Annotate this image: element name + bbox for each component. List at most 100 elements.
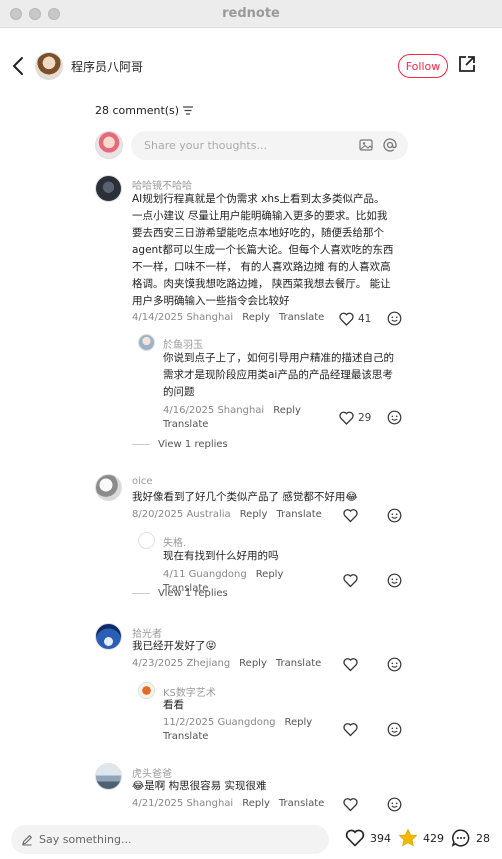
pencil-icon xyxy=(22,834,33,846)
comment-line: AI规划行程真就是个伪需求 xhs上看到太多类似产品。 xyxy=(132,193,385,205)
replier-avatar[interactable] xyxy=(138,532,155,549)
divider-line xyxy=(132,444,150,445)
reply-line: 你说到点子上了，如何引导用户精准的描述自己的 xyxy=(163,352,394,364)
comment-meta: 4/21/2025 Shanghai Reply Translate xyxy=(132,798,324,809)
heart-icon xyxy=(345,829,365,847)
heart-icon[interactable] xyxy=(343,797,358,812)
view-replies-label: View 1 replies xyxy=(158,588,228,599)
like-button[interactable]: 41 xyxy=(339,312,371,326)
comment-input[interactable]: Share your thoughts... xyxy=(131,131,408,160)
comment-text: 我已经开发好了😝 xyxy=(132,638,407,655)
reply-link[interactable]: Reply xyxy=(256,569,284,580)
comment-line: agent都可以生成一个长篇大论。但每个人喜欢吃的东西 xyxy=(132,244,394,256)
commenter-name[interactable]: oice xyxy=(132,476,153,487)
post-collect-count: 429 xyxy=(423,831,444,845)
comment-line: 我已经开发好了😝 xyxy=(132,640,217,652)
share-icon[interactable] xyxy=(458,55,476,73)
comment-date: 4/23/2025 Zhejiang xyxy=(132,658,231,669)
image-icon[interactable] xyxy=(359,138,373,152)
mention-icon[interactable] xyxy=(383,138,397,152)
replier-name[interactable]: 失格. xyxy=(163,534,186,549)
reply-meta: 11/2/2025 Guangdong Reply Translate xyxy=(163,716,323,744)
reply-icon[interactable] xyxy=(387,657,402,672)
translate-link[interactable]: Translate xyxy=(163,731,208,742)
reply-date: 4/11 Guangdong xyxy=(163,569,247,580)
comment-text: 😂是啊 构思很容易 实现很难 xyxy=(132,778,407,795)
reply-link[interactable]: Reply xyxy=(273,405,301,416)
replier-avatar[interactable] xyxy=(138,682,155,699)
commenter-avatar[interactable] xyxy=(95,474,122,501)
comment-date: 4/14/2025 Shanghai xyxy=(132,312,234,323)
reply-link[interactable]: Reply xyxy=(239,658,267,669)
reply-line: 需求才是现阶段应用类ai产品的产品经理最该思考 xyxy=(163,369,393,381)
reply-date: 11/2/2025 Guangdong xyxy=(163,717,276,728)
comment-meta: 4/23/2025 Zhejiang Reply Translate xyxy=(132,658,321,669)
like-button[interactable]: 29 xyxy=(339,411,371,425)
reply-link[interactable]: Reply xyxy=(242,312,270,323)
commenter-avatar[interactable] xyxy=(95,763,122,790)
my-avatar xyxy=(95,131,123,159)
comment-line: 要去西安三日游希望能吃点本地好吃的，随便丢给那个 xyxy=(132,227,384,239)
bottom-action-bar: Say something... 394 429 28 xyxy=(0,818,502,859)
follow-button[interactable]: Follow xyxy=(398,54,448,78)
reply-icon[interactable] xyxy=(387,508,402,523)
reply-icon[interactable] xyxy=(387,722,402,737)
view-replies-label: View 1 replies xyxy=(158,439,228,450)
reply-icon[interactable] xyxy=(387,410,402,425)
reply-link[interactable]: Reply xyxy=(285,717,313,728)
comment-line: 我好像看到了好几个类似产品了 感觉都不好用😂 xyxy=(132,491,358,503)
comment-count: 28 comment(s) xyxy=(95,104,194,117)
heart-icon xyxy=(339,411,354,425)
replier-name[interactable]: 於鱼羽玉 xyxy=(163,336,203,351)
comment-date: 8/20/2025 Australia xyxy=(132,509,231,520)
comment-date: 4/21/2025 Shanghai xyxy=(132,798,234,809)
comment-line: 😂是啊 构思很容易 实现很难 xyxy=(132,780,267,792)
comment-line: 用户多明确输入一些指令会比较好 xyxy=(132,295,290,307)
view-replies-link[interactable]: View 1 replies xyxy=(132,439,228,450)
comment-line: 不一样，口味不一样， 有的人喜欢路边摊 有的人喜欢高 xyxy=(132,261,391,273)
heart-icon[interactable] xyxy=(343,722,358,737)
like-count: 29 xyxy=(358,412,372,424)
heart-icon[interactable] xyxy=(343,573,358,588)
divider-line xyxy=(132,593,150,594)
author-name[interactable]: 程序员八阿哥 xyxy=(71,58,143,75)
reply-text: 你说到点子上了，如何引导用户精准的描述自己的 需求才是现阶段应用类ai产品的产品… xyxy=(163,350,408,401)
commenter-name[interactable]: 哈哈镜不哈哈 xyxy=(132,177,192,192)
back-icon[interactable] xyxy=(10,56,28,76)
post-comment-button[interactable]: 28 xyxy=(451,828,490,848)
translate-link[interactable]: Translate xyxy=(163,419,208,430)
reply-link[interactable]: Reply xyxy=(242,798,270,809)
post-like-count: 394 xyxy=(370,831,391,845)
say-something-input[interactable]: Say something... xyxy=(11,825,329,854)
translate-link[interactable]: Translate xyxy=(276,658,321,669)
reply-line: 的问题 xyxy=(163,386,195,398)
heart-icon xyxy=(339,312,354,326)
window-titlebar: rednote xyxy=(0,0,502,28)
comment-meta: 4/14/2025 Shanghai Reply Translate xyxy=(132,312,324,323)
translate-link[interactable]: Translate xyxy=(279,798,324,809)
reply-link[interactable]: Reply xyxy=(240,509,268,520)
heart-icon[interactable] xyxy=(343,508,358,523)
reply-icon[interactable] xyxy=(387,573,402,588)
comment-input-placeholder: Share your thoughts... xyxy=(144,139,267,152)
commenter-avatar[interactable] xyxy=(95,175,122,202)
reply-icon[interactable] xyxy=(387,311,402,326)
replier-avatar[interactable] xyxy=(138,334,155,351)
translate-link[interactable]: Translate xyxy=(276,509,321,520)
author-avatar[interactable] xyxy=(35,52,63,80)
say-something-placeholder: Say something... xyxy=(39,833,132,846)
view-replies-link[interactable]: View 1 replies xyxy=(132,588,228,599)
heart-icon[interactable] xyxy=(343,657,358,672)
reply-line: 看看 xyxy=(163,699,184,711)
reply-date: 4/16/2025 Shanghai xyxy=(163,405,265,416)
reply-icon[interactable] xyxy=(387,797,402,812)
post-like-button[interactable]: 394 xyxy=(345,828,391,848)
commenter-avatar[interactable] xyxy=(95,623,122,650)
post-header: 程序员八阿哥 Follow xyxy=(0,28,502,104)
sort-icon[interactable] xyxy=(183,106,194,115)
reply-text: 看看 xyxy=(163,697,408,714)
reply-meta: 4/16/2025 Shanghai Reply Translate xyxy=(163,404,323,432)
comment-text: 我好像看到了好几个类似产品了 感觉都不好用😂 xyxy=(132,489,407,506)
post-collect-button[interactable]: 429 xyxy=(398,828,444,848)
translate-link[interactable]: Translate xyxy=(279,312,324,323)
